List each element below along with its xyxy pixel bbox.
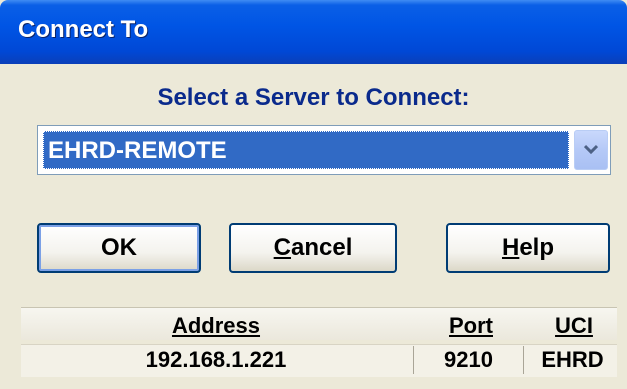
server-table: Address Port UCI 192.168.1.221 9210 EHRD: [21, 307, 617, 377]
select-server-heading: Select a Server to Connect:: [157, 84, 470, 111]
help-button-mnemonic: H: [501, 234, 520, 261]
server-select-value[interactable]: EHRD-REMOTE: [43, 131, 569, 169]
title-bar[interactable]: Connect To: [0, 0, 627, 64]
ok-button-label: OK: [101, 234, 137, 261]
help-button[interactable]: Help: [446, 223, 610, 273]
cancel-button[interactable]: Cancel: [229, 223, 397, 273]
help-button-label: elp: [519, 234, 555, 261]
cancel-button-mnemonic: C: [273, 234, 291, 261]
dropdown-arrow-button[interactable]: [574, 130, 608, 170]
column-header-port[interactable]: Port: [416, 312, 526, 340]
column-divider: [523, 346, 524, 374]
cell-uci[interactable]: EHRD: [528, 346, 617, 374]
cancel-button-label: ancel: [290, 234, 353, 261]
column-divider: [413, 346, 414, 374]
server-select-dropdown[interactable]: EHRD-REMOTE: [37, 125, 611, 175]
ok-button[interactable]: OK: [37, 223, 201, 273]
connect-to-dialog: Connect To Select a Server to Connect: E…: [0, 0, 627, 389]
column-header-uci[interactable]: UCI: [531, 312, 617, 340]
chevron-down-icon: [584, 144, 598, 155]
cell-port[interactable]: 9210: [416, 346, 521, 374]
window-title: Connect To: [18, 16, 149, 43]
column-header-address[interactable]: Address: [21, 312, 411, 340]
cell-address[interactable]: 192.168.1.221: [21, 346, 411, 374]
